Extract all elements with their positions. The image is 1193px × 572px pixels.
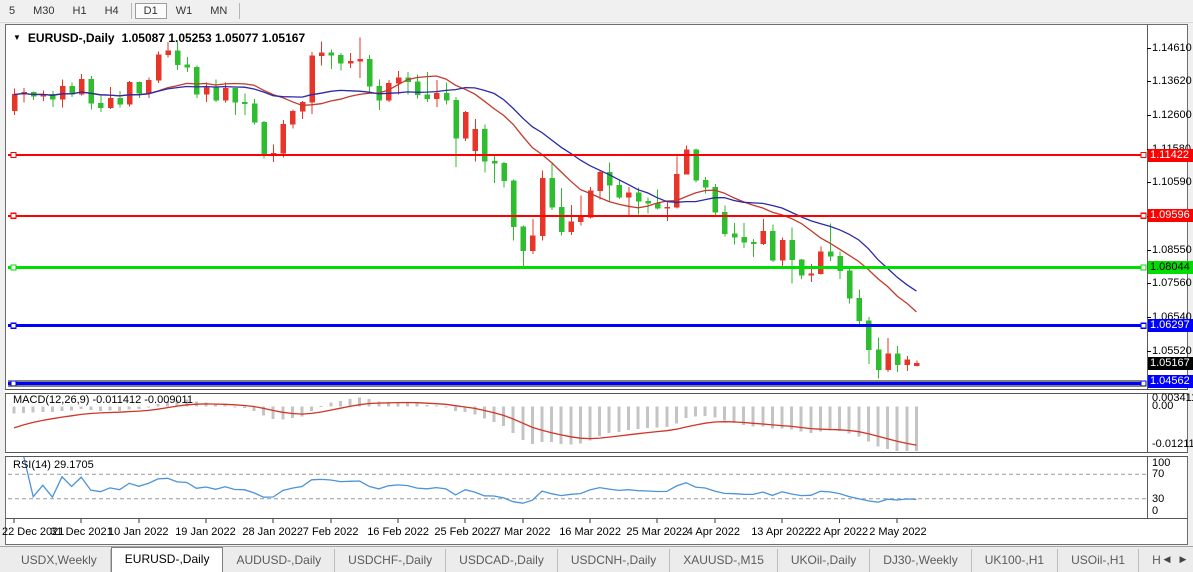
level-handle-right	[1141, 213, 1146, 218]
price-tick-mark	[1147, 317, 1151, 318]
level-price-badge: 1.06297	[1148, 319, 1193, 332]
symbol-tab-dj30-weekly[interactable]: DJ30-,Weekly	[870, 549, 971, 572]
date-label: 2 May 2022	[869, 526, 926, 538]
price-tick-mark	[1147, 81, 1151, 82]
rsi-axis-label: 0	[1152, 505, 1158, 517]
level-handle-left	[11, 381, 16, 386]
date-label: 4 Apr 2022	[687, 526, 740, 538]
date-label: 25 Mar 2022	[626, 526, 688, 538]
price-tick-mark	[1147, 48, 1151, 49]
price-tick-mark	[1147, 115, 1151, 116]
rsi-axis-label: 100	[1152, 457, 1170, 469]
level-handle-left	[11, 323, 16, 328]
price-tick-mark	[1147, 182, 1151, 183]
symbol-tab-ukoil-daily[interactable]: UKOil-,Daily	[778, 549, 870, 572]
symbol-tabbar: USDX,WeeklyEURUSD-,DailyAUDUSD-,DailyUSD…	[0, 546, 1193, 572]
level-handle-left	[11, 265, 16, 270]
tab-scroll-arrows: ◀ ▶	[1160, 550, 1190, 568]
level-price-badge: 1.09596	[1148, 209, 1193, 222]
date-label: 22 Apr 2022	[809, 526, 868, 538]
symbol-tab-usdcad-daily[interactable]: USDCAD-,Daily	[446, 549, 558, 572]
date-ticks	[14, 519, 897, 523]
level-lines	[8, 153, 1146, 387]
date-label: 31 Dec 2021	[50, 526, 112, 538]
symbol-tab-usdchf-daily[interactable]: USDCHF-,Daily	[335, 549, 446, 572]
chart-canvas[interactable]	[0, 0, 1193, 572]
price-tick-mark	[1147, 283, 1151, 284]
level-handle-left	[11, 153, 16, 158]
level-handle-right	[1141, 323, 1146, 328]
date-label: 16 Mar 2022	[559, 526, 621, 538]
rsi-panel	[8, 456, 1146, 503]
rsi-axis-label: 30	[1152, 493, 1164, 505]
tab-scroll-left-icon[interactable]: ◀	[1160, 550, 1174, 568]
level-handle-left	[11, 213, 16, 218]
date-label: 7 Mar 2022	[495, 526, 551, 538]
date-label: 25 Feb 2022	[434, 526, 496, 538]
level-handle-right	[1141, 381, 1146, 386]
price-tick: 1.07560	[1152, 277, 1192, 289]
time-axis-divider	[5, 518, 1188, 519]
date-label: 13 Apr 2022	[751, 526, 810, 538]
date-label: 19 Jan 2022	[175, 526, 236, 538]
symbol-tab-eurusd-daily[interactable]: EURUSD-,Daily	[111, 547, 224, 572]
symbol-tab-xauusd-m15[interactable]: XAUUSD-,M15	[670, 549, 778, 572]
macd-axis-zero: 0.00	[1152, 400, 1173, 412]
price-tick: 1.08550	[1152, 244, 1192, 256]
rsi-line	[24, 456, 917, 503]
tab-scroll-right-icon[interactable]: ▶	[1176, 550, 1190, 568]
price-tick: 1.12600	[1152, 109, 1192, 121]
symbol-tab-usdx-weekly[interactable]: USDX,Weekly	[8, 549, 111, 572]
level-handle-right	[1141, 153, 1146, 158]
price-tick-mark	[1147, 250, 1151, 251]
rsi-panel-divider[interactable]	[5, 452, 1188, 457]
current-price-badge: 1.05167	[1148, 357, 1193, 370]
level-handle-right	[1141, 265, 1146, 270]
date-label: 7 Feb 2022	[303, 526, 359, 538]
mt4-window: 5M30H1H4D1W1MN ▼ EURUSD-,Daily 1.05087 1…	[0, 0, 1193, 572]
price-tick-mark	[1147, 351, 1151, 352]
level-price-badge: 1.08044	[1148, 261, 1193, 274]
symbol-tab-usdcnh-daily[interactable]: USDCNH-,Daily	[558, 549, 670, 572]
macd-label: MACD(12,26,9) -0.011412 -0.009011	[13, 394, 193, 406]
price-tick: 1.14610	[1152, 42, 1192, 54]
level-price-badge: 1.11422	[1148, 149, 1193, 162]
price-tick: 1.13620	[1152, 75, 1192, 87]
macd-axis-min: -0.012118	[1152, 438, 1193, 450]
date-label: 28 Jan 2022	[242, 526, 303, 538]
price-tick: 1.05520	[1152, 345, 1192, 357]
symbol-tab-usoil-h1[interactable]: USOil-,H1	[1058, 549, 1139, 572]
symbol-tab-uk100-h1[interactable]: UK100-,H1	[972, 549, 1058, 572]
rsi-label: RSI(14) 29.1705	[13, 459, 94, 471]
rsi-axis-label: 70	[1152, 468, 1164, 480]
price-tick: 1.10590	[1152, 176, 1192, 188]
level-price-badge: 1.04562	[1148, 375, 1193, 388]
date-label: 10 Jan 2022	[108, 526, 169, 538]
symbol-tab-audusd-daily[interactable]: AUDUSD-,Daily	[223, 549, 335, 572]
date-label: 16 Feb 2022	[367, 526, 429, 538]
